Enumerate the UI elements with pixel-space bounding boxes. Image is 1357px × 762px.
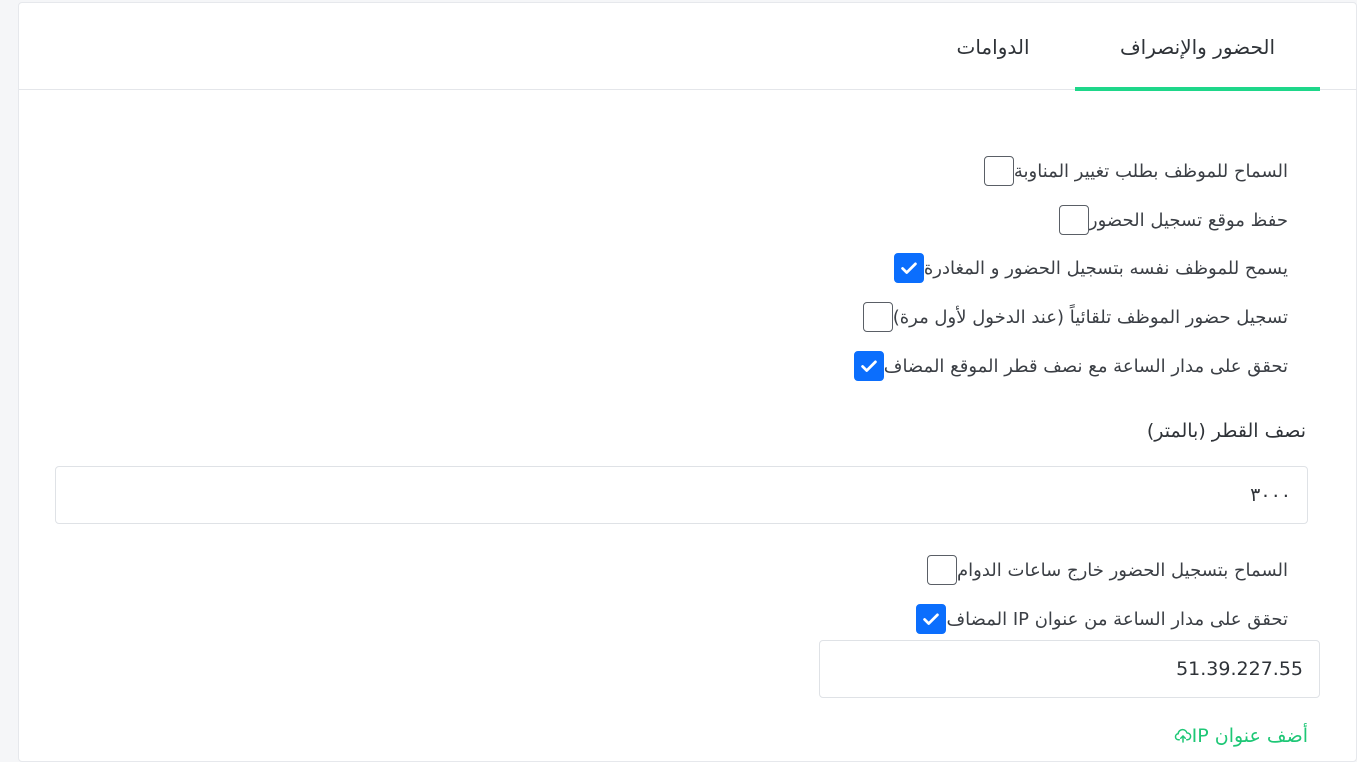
option-self-checkin[interactable]: يسمح للموظف نفسه بتسجيل الحضور و المغادر… [893,252,1306,284]
tab-shifts-label: الدوامات [956,34,1030,59]
cloud-upload-icon [1174,727,1192,745]
ip-address-input[interactable]: 51.39.227.55 [819,640,1320,698]
active-tab-indicator [1075,87,1320,91]
tab-bar: الحضور والإنصراف الدوامات [19,3,1357,91]
option-label: تحقق على مدار الساعة من عنوان IP المضاف [946,608,1288,630]
checkmark-icon [860,360,877,372]
tab-shifts[interactable]: الدوامات [919,3,1067,90]
checkbox-allow-shift-change[interactable] [983,156,1014,186]
option-label: يسمح للموظف نفسه بتسجيل الحضور و المغادر… [923,257,1288,279]
checkbox-verify-ip[interactable] [916,604,947,634]
checkmark-icon [923,613,940,625]
option-label: تحقق على مدار الساعة مع نصف قطر الموقع ا… [883,355,1288,377]
option-verify-radius[interactable]: تحقق على مدار الساعة مع نصف قطر الموقع ا… [853,350,1306,382]
option-verify-ip[interactable]: تحقق على مدار الساعة من عنوان IP المضاف [916,603,1306,635]
radius-label: نصف القطر (بالمتر) [1146,420,1306,442]
radius-input[interactable]: ٣٠٠٠ [55,466,1308,524]
checkbox-verify-radius[interactable] [853,351,884,381]
ip-address-value: 51.39.227.55 [1176,658,1303,680]
option-label: حفظ موقع تسجيل الحضور [1088,209,1288,231]
add-ip-label: أضف عنوان IP [1191,725,1308,747]
option-auto-checkin[interactable]: تسجيل حضور الموظف تلقائياً (عند الدخول ل… [862,301,1306,333]
option-label: السماح بتسجيل الحضور خارج ساعات الدوام [957,559,1288,581]
tab-attendance[interactable]: الحضور والإنصراف [1075,3,1320,91]
radius-value: ٣٠٠٠ [1250,484,1291,506]
checkbox-save-checkin-location[interactable] [1058,205,1089,235]
checkbox-self-checkin[interactable] [893,253,924,283]
checkmark-icon [901,262,917,274]
option-label: تسجيل حضور الموظف تلقائياً (عند الدخول ل… [892,306,1288,328]
checkbox-auto-checkin[interactable] [862,302,893,332]
option-checkin-outside-hours[interactable]: السماح بتسجيل الحضور خارج ساعات الدوام [927,554,1306,586]
checkbox-checkin-outside-hours[interactable] [927,555,958,585]
settings-card: الحضور والإنصراف الدوامات السماح للموظف … [18,2,1357,762]
add-ip-link[interactable]: أضف عنوان IP [1166,725,1308,747]
tab-attendance-label: الحضور والإنصراف [1119,34,1276,59]
option-allow-shift-change[interactable]: السماح للموظف بطلب تغيير المناوبة [983,155,1306,187]
option-save-checkin-location[interactable]: حفظ موقع تسجيل الحضور [1058,204,1306,236]
option-label: السماح للموظف بطلب تغيير المناوبة [1013,160,1288,182]
